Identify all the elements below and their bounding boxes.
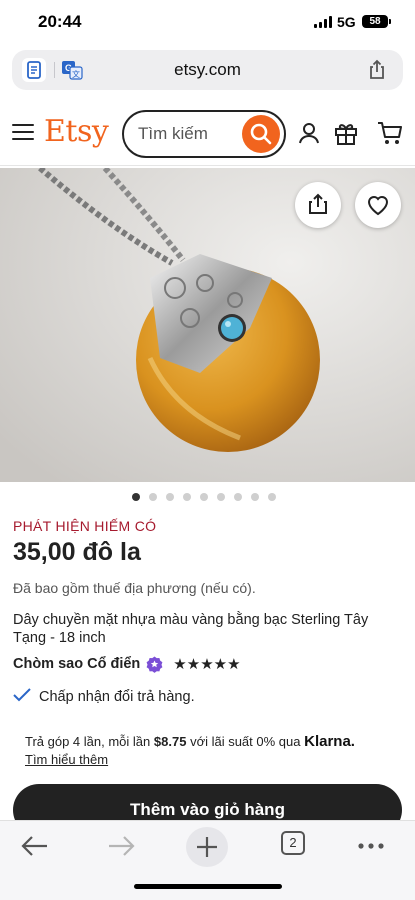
carousel-dot[interactable] [234,493,242,501]
carousel-indicator[interactable] [132,493,276,501]
carousel-dot[interactable] [217,493,225,501]
url-text[interactable]: etsy.com [12,60,403,80]
check-icon [13,688,31,706]
carousel-dot[interactable] [200,493,208,501]
returns-info: Chấp nhận đổi trả hàng. [13,688,195,706]
carousel-dot[interactable] [132,493,140,501]
carousel-dot[interactable] [268,493,276,501]
status-time: 20:44 [38,12,82,31]
gift-icon[interactable] [333,120,359,146]
favorite-button[interactable] [355,182,401,228]
shop-name-link[interactable]: Chòm sao Cổ điển [13,656,140,672]
account-icon[interactable] [296,120,322,146]
rating-stars[interactable]: ★★★★★ [173,655,240,673]
klarna-installments: Trả góp 4 lần, mỗi lần $8.75 với lãi suấ… [25,733,405,769]
tab-switcher-button[interactable]: 2 [281,831,305,855]
shop-info: Chòm sao Cổ điển ★★★★★ [13,655,241,673]
star-seller-icon [146,656,163,673]
back-icon[interactable] [20,833,50,859]
home-indicator [134,884,282,889]
menu-icon[interactable] [12,124,34,142]
carousel-dot[interactable] [166,493,174,501]
search-button[interactable] [242,115,280,153]
site-header: Etsy Tìm kiếm [0,100,415,166]
more-icon[interactable] [356,833,386,859]
rare-find-badge: PHÁT HIỆN HIẾM CÓ [13,518,157,534]
search-input[interactable]: Tìm kiếm [122,110,286,158]
signal-icon [314,16,332,28]
search-placeholder: Tìm kiếm [138,124,208,143]
battery-icon: 58 [362,15,391,28]
carousel-dot[interactable] [251,493,259,501]
forward-icon[interactable] [106,833,136,859]
learn-more-link[interactable]: Tìm hiểu thêm [25,752,108,767]
returns-text: Chấp nhận đổi trả hàng. [39,689,195,705]
new-tab-icon[interactable] [186,827,228,867]
klarna-suffix: với lãi suất 0% qua [190,734,301,749]
network-type: 5G [337,14,356,30]
klarna-prefix: Trả góp 4 lần, mỗi lần [25,734,151,749]
status-bar: 20:44 5G 58 [0,0,415,44]
klarna-amount: $8.75 [153,734,187,749]
tax-note: Đã bao gồm thuế địa phương (nếu có). [13,580,256,596]
carousel-dot[interactable] [149,493,157,501]
carousel-dot[interactable] [183,493,191,501]
cart-icon[interactable] [376,120,402,146]
address-bar[interactable]: G文 etsy.com [12,50,403,90]
etsy-logo[interactable]: Etsy [44,114,109,149]
product-title: Dây chuyền mặt nhựa màu vàng bằng bạc St… [13,612,369,646]
product-image[interactable] [0,168,415,482]
klarna-logo: Klarna. [304,733,355,750]
product-price: 35,00 đô la [13,538,141,566]
share-button[interactable] [295,182,341,228]
share-icon[interactable] [365,58,389,82]
